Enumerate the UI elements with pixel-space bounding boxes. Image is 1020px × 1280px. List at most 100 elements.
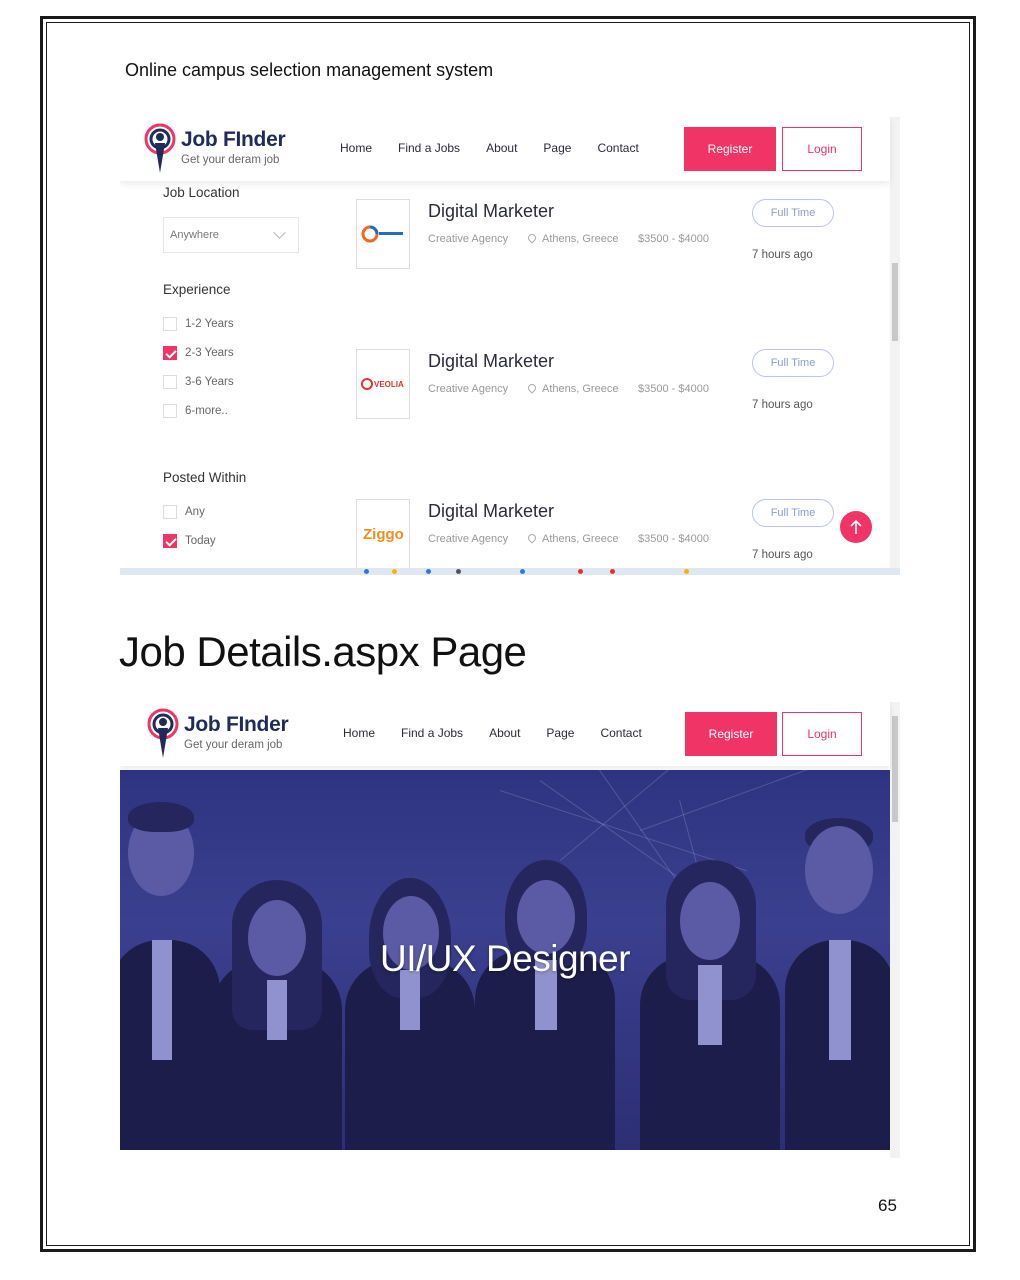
- rostelecom-logo-icon: [361, 225, 403, 243]
- posted-option[interactable]: Today: [163, 532, 216, 550]
- nav-home[interactable]: Home: [343, 726, 375, 740]
- nav-home[interactable]: Home: [340, 141, 372, 155]
- logo-tagline: Get your deram job: [184, 739, 283, 751]
- chevron-down-icon: [273, 226, 286, 239]
- taskbar-icon: [392, 569, 397, 574]
- location-select-value: Anywhere: [170, 229, 219, 241]
- nav-page[interactable]: Page: [546, 726, 574, 740]
- checkbox[interactable]: [163, 404, 177, 418]
- logo-title: Job FInder: [181, 128, 286, 151]
- nav-find-jobs[interactable]: Find a Jobs: [401, 726, 463, 740]
- hero-banner: UI/UX Designer: [120, 770, 890, 1150]
- taskbar-icon: [578, 569, 583, 574]
- scroll-top-button[interactable]: [840, 511, 872, 543]
- job-meta: Creative Agency Athens, Greece $3500 - $…: [428, 532, 709, 545]
- taskbar-icon: [520, 569, 525, 574]
- scrollbar[interactable]: [890, 702, 900, 1158]
- register-button[interactable]: Register: [685, 712, 777, 756]
- scrollbar-thumb[interactable]: [892, 716, 898, 822]
- job-location: Athens, Greece: [526, 382, 638, 395]
- os-taskbar-strip: [120, 568, 900, 575]
- experience-option[interactable]: 2-3 Years: [163, 344, 234, 362]
- login-button[interactable]: Login: [782, 712, 862, 756]
- company-logo: VEOLIA: [356, 349, 410, 419]
- job-salary: $3500 - $4000: [638, 383, 709, 395]
- experience-option[interactable]: 6-more..: [163, 402, 228, 420]
- checkbox[interactable]: [163, 317, 177, 331]
- filter-sidebar: Job Location Anywhere Experience 1-2 Yea…: [146, 177, 308, 575]
- location-select[interactable]: Anywhere: [163, 217, 299, 253]
- logo[interactable]: Job FInder Get your deram job: [144, 123, 304, 177]
- hero-person: [345, 850, 475, 1150]
- job-type-badge[interactable]: Full Time: [752, 349, 834, 377]
- job-title[interactable]: Digital Marketer: [428, 351, 554, 372]
- document-heading: Online campus selection management syste…: [125, 60, 494, 80]
- register-button[interactable]: Register: [684, 127, 776, 171]
- hero-person: [475, 830, 615, 1150]
- experience-option[interactable]: 3-6 Years: [163, 373, 234, 391]
- checkbox[interactable]: [163, 375, 177, 389]
- company-name: Creative Agency: [428, 533, 509, 545]
- job-listing-screenshot: Job FInder Get your deram job Home Find …: [120, 117, 900, 575]
- posted-option-label: Any: [185, 506, 205, 518]
- job-location-text: Athens, Greece: [542, 383, 619, 395]
- job-card[interactable]: VEOLIA Digital Marketer Creative Agency …: [356, 349, 886, 429]
- job-details-screenshot: Job FInder Get your deram job Home Find …: [120, 702, 900, 1158]
- posted-option[interactable]: Any: [163, 503, 205, 521]
- taskbar-icon: [610, 569, 615, 574]
- login-button[interactable]: Login: [782, 127, 862, 171]
- hero-person: [212, 830, 342, 1150]
- taskbar-icon: [456, 569, 461, 574]
- job-meta: Creative Agency Athens, Greece $3500 - $…: [428, 382, 709, 395]
- experience-option-label: 3-6 Years: [185, 376, 234, 388]
- posted-option-label: Today: [185, 535, 216, 547]
- logo-icon: [147, 708, 179, 758]
- scrollbar-thumb[interactable]: [892, 263, 898, 341]
- taskbar-icon: [426, 569, 431, 574]
- scrollbar[interactable]: [890, 117, 900, 575]
- job-title[interactable]: Digital Marketer: [428, 201, 554, 222]
- logo-tagline: Get your deram job: [181, 154, 280, 166]
- logo[interactable]: Job FInder Get your deram job: [147, 708, 307, 762]
- job-card[interactable]: Ziggo Digital Marketer Creative Agency A…: [356, 499, 886, 575]
- experience-option-label: 1-2 Years: [185, 318, 234, 330]
- posted-within-title: Posted Within: [163, 470, 247, 485]
- section-heading: Job Details.aspx Page: [119, 628, 527, 675]
- job-type-badge[interactable]: Full Time: [752, 199, 834, 227]
- job-location: Athens, Greece: [526, 532, 638, 545]
- nav-contact[interactable]: Contact: [600, 726, 641, 740]
- job-salary: $3500 - $4000: [638, 533, 709, 545]
- experience-option[interactable]: 1-2 Years: [163, 315, 234, 333]
- company-logo: Ziggo: [356, 499, 410, 569]
- job-card[interactable]: Digital Marketer Creative Agency Athens,…: [356, 199, 886, 279]
- map-pin-icon: [526, 232, 538, 244]
- nav-page[interactable]: Page: [543, 141, 571, 155]
- ziggo-logo-icon: Ziggo: [363, 526, 404, 543]
- taskbar-icon: [364, 569, 369, 574]
- main-nav: Home Find a Jobs About Page Contact: [343, 726, 642, 740]
- svg-text:VEOLIA: VEOLIA: [374, 380, 404, 389]
- posted-time: 7 hours ago: [752, 399, 813, 411]
- company-name: Creative Agency: [428, 233, 509, 245]
- main-nav: Home Find a Jobs About Page Contact: [340, 141, 639, 155]
- job-title[interactable]: Digital Marketer: [428, 501, 554, 522]
- experience-option-label: 6-more..: [185, 405, 228, 417]
- job-location-text: Athens, Greece: [542, 233, 619, 245]
- taskbar-icon: [684, 569, 689, 574]
- nav-find-jobs[interactable]: Find a Jobs: [398, 141, 460, 155]
- checkbox[interactable]: [163, 505, 177, 519]
- job-location: Athens, Greece: [526, 232, 638, 245]
- nav-about[interactable]: About: [489, 726, 520, 740]
- experience-title: Experience: [163, 282, 231, 297]
- nav-about[interactable]: About: [486, 141, 517, 155]
- posted-time: 7 hours ago: [752, 549, 813, 561]
- job-location-title: Job Location: [163, 185, 240, 200]
- checkbox-checked[interactable]: [163, 346, 177, 360]
- map-pin-icon: [526, 382, 538, 394]
- job-type-badge[interactable]: Full Time: [752, 499, 834, 527]
- job-detail-title: UI/UX Designer: [379, 938, 631, 979]
- checkbox-checked[interactable]: [163, 534, 177, 548]
- nav-contact[interactable]: Contact: [597, 141, 638, 155]
- hero-person: [640, 820, 780, 1150]
- job-location-text: Athens, Greece: [542, 533, 619, 545]
